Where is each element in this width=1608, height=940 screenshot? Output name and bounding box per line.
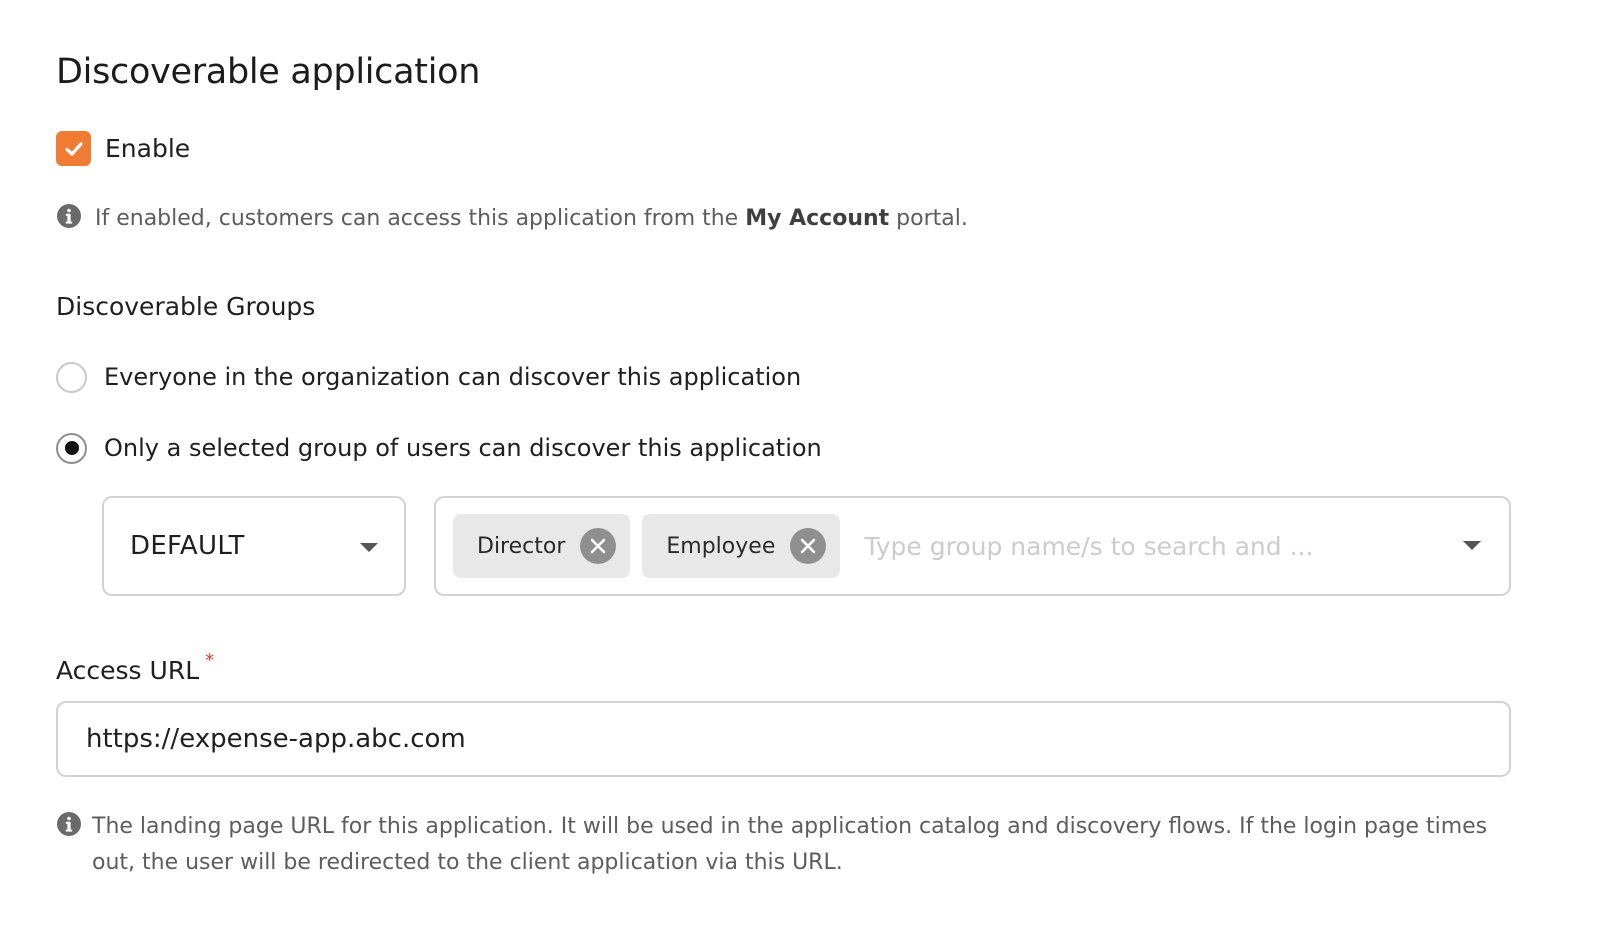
access-url-hint-text: The landing page URL for this applicatio…: [92, 814, 1488, 875]
enable-label: Enable: [105, 134, 191, 163]
chevron-down-icon: [360, 543, 378, 552]
close-icon[interactable]: [580, 528, 617, 564]
check-icon: [64, 141, 83, 156]
required-asterisk: *: [205, 650, 215, 671]
info-icon: [57, 812, 81, 836]
radio-selected-groups-label: Only a selected group of users can disco…: [104, 434, 822, 462]
group-chip-employee: Employee: [642, 514, 841, 578]
section-title: Discoverable application: [56, 52, 481, 92]
enable-checkbox[interactable]: Enable: [56, 131, 190, 166]
close-glyph: [591, 538, 606, 554]
close-glyph: [801, 538, 816, 554]
close-icon[interactable]: [790, 528, 827, 564]
discoverable-groups-heading: Discoverable Groups: [56, 292, 316, 321]
userstore-dropdown[interactable]: DEFAULT: [102, 496, 406, 596]
hint-text-before: If enabled, customers can access this ap…: [95, 206, 746, 231]
access-url-hint: The landing page URL for this applicatio…: [56, 809, 1516, 881]
userstore-value: DEFAULT: [130, 531, 245, 561]
group-chip-director: Director: [453, 514, 631, 578]
access-url-label: Access URL *: [56, 650, 214, 685]
enable-hint: If enabled, customers can access this ap…: [56, 201, 968, 237]
group-search-input[interactable]: [864, 526, 1425, 566]
radio-everyone-label: Everyone in the organization can discove…: [104, 363, 802, 391]
radio-unchecked[interactable]: [56, 361, 87, 393]
chip-label: Director: [477, 533, 566, 559]
info-icon: [57, 204, 81, 228]
access-url-label-text: Access URL: [56, 656, 200, 685]
radio-everyone[interactable]: Everyone in the organization can discove…: [56, 361, 801, 393]
radio-selected-groups[interactable]: Only a selected group of users can disco…: [56, 432, 822, 464]
hint-text-after: portal.: [889, 206, 968, 231]
discoverable-application-form: Discoverable application Enable If enabl…: [0, 0, 1608, 940]
chevron-down-icon[interactable]: [1463, 541, 1481, 550]
access-url-input[interactable]: [56, 701, 1511, 777]
my-account-text: My Account: [745, 206, 890, 231]
radio-checked[interactable]: [56, 432, 87, 464]
checkbox-checked[interactable]: [56, 131, 91, 166]
chip-label: Employee: [666, 533, 776, 559]
group-multiselect[interactable]: Director Employee: [434, 496, 1511, 596]
enable-hint-text: If enabled, customers can access this ap…: [95, 201, 968, 237]
radio-dot: [64, 441, 79, 455]
